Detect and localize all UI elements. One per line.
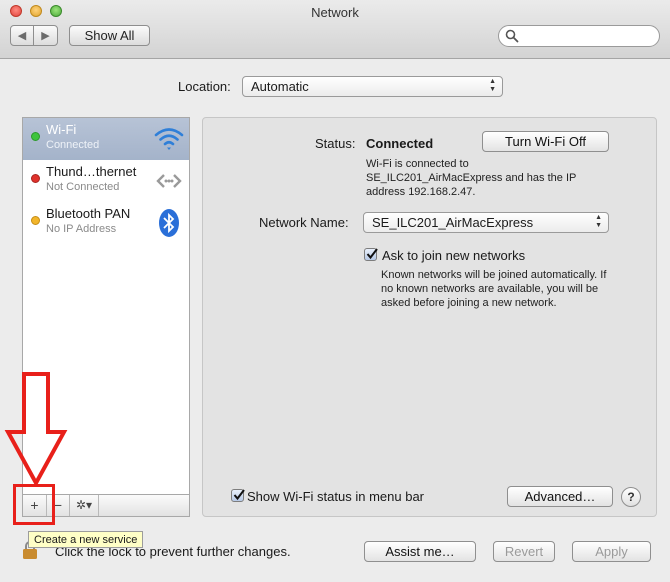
service-status: No IP Address — [46, 223, 117, 235]
search-icon — [505, 29, 519, 43]
ask-join-label[interactable]: Ask to join new networks — [382, 248, 525, 263]
service-name: Thund…thernet — [46, 164, 137, 179]
location-value: Automatic — [251, 79, 309, 94]
service-item-thunderbolt-ethernet[interactable]: Thund…thernet Not Connected — [23, 160, 189, 202]
service-name: Wi-Fi — [46, 122, 77, 137]
assist-me-button[interactable]: Assist me… — [364, 541, 476, 562]
help-button[interactable]: ? — [621, 487, 641, 507]
show-status-label[interactable]: Show Wi-Fi status in menu bar — [247, 489, 424, 504]
ask-join-checkbox[interactable] — [364, 248, 378, 261]
bluetooth-icon — [159, 209, 179, 237]
annotation-highlight-box — [13, 484, 55, 525]
service-status: Connected — [46, 139, 100, 151]
search-input[interactable] — [521, 28, 655, 46]
window-title: Network — [311, 5, 359, 20]
annotation-arrow — [4, 372, 68, 487]
popup-arrows-icon: ▲ ▼ — [595, 214, 602, 229]
checkmark-icon — [366, 248, 378, 260]
service-item-bluetooth-pan[interactable]: Bluetooth PAN No IP Address — [23, 202, 189, 244]
status-dot-yellow-icon — [31, 216, 40, 225]
gear-icon: ✲▾ — [75, 498, 93, 512]
chevron-right-icon: ▶ — [41, 30, 50, 42]
network-name-popup[interactable]: SE_ILC201_AirMacExpress ▲ ▼ — [363, 212, 609, 233]
ethernet-arrows-icon — [156, 174, 182, 188]
show-status-checkbox[interactable] — [231, 489, 245, 502]
status-dot-green-icon — [31, 132, 40, 141]
status-dot-red-icon — [31, 174, 40, 183]
popup-arrows-icon: ▲ ▼ — [489, 78, 496, 93]
status-description: Wi-Fi is connected to SE_ILC201_AirMacEx… — [366, 158, 577, 198]
status-label: Status: — [315, 136, 356, 151]
network-name-value: SE_ILC201_AirMacExpress — [372, 215, 534, 230]
revert-button[interactable]: Revert — [493, 541, 555, 562]
ask-join-description: Known networks will be joined automatica… — [381, 269, 607, 309]
status-value: Connected — [366, 136, 434, 151]
advanced-button[interactable]: Advanced… — [507, 486, 613, 507]
turn-wifi-off-button[interactable]: Turn Wi-Fi Off — [482, 131, 609, 152]
service-status: Not Connected — [46, 181, 120, 193]
apply-button[interactable]: Apply — [572, 541, 651, 562]
forward-button[interactable]: ▶ — [33, 25, 58, 46]
location-popup[interactable]: Automatic ▲ ▼ — [242, 76, 503, 97]
wifi-icon — [154, 128, 184, 150]
service-name: Bluetooth PAN — [46, 206, 131, 221]
gear-menu-button[interactable]: ✲▾ — [70, 495, 99, 516]
tooltip: Create a new service — [28, 531, 144, 548]
back-button[interactable]: ◀ — [10, 25, 34, 46]
checkmark-icon — [233, 489, 245, 501]
title-bar: Network ◀ ▶ Show All — [0, 0, 670, 59]
service-item-wifi[interactable]: Wi-Fi Connected — [23, 118, 189, 160]
network-name-label: Network Name: — [259, 215, 349, 230]
search-field[interactable] — [498, 25, 660, 47]
chevron-left-icon: ◀ — [17, 30, 27, 42]
show-all-button[interactable]: Show All — [69, 25, 150, 46]
location-label: Location: — [178, 79, 231, 94]
